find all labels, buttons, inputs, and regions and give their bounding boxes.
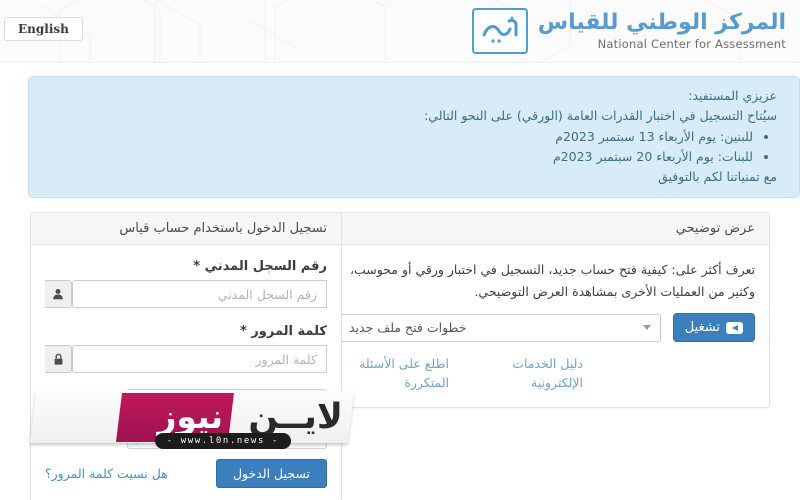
- notice-line-2: سيُتاح التسجيل في اختبار القدرات العامة …: [424, 108, 777, 124]
- login-actions-row: هل نسيت كلمة المرور؟ تسجيل الدخول: [45, 459, 327, 489]
- language-toggle-button[interactable]: English: [4, 17, 83, 41]
- national-id-input[interactable]: [72, 280, 327, 309]
- notice-line-3: مع تمنياتنا لكم بالتوفيق: [658, 169, 777, 184]
- recaptcha-branding: reCAPTCHA الخصوصية - البنود: [134, 414, 179, 445]
- site-header: English المركز الوطني للقياس National Ce…: [0, 0, 800, 63]
- play-video-button-label: تشغيل: [684, 320, 720, 335]
- notice-bullet-item: للبنات: يوم الأربعاء 20 سبتمبر 2023م: [51, 147, 753, 167]
- login-panel-title: تسجيل الدخول باستخدام حساب قياس: [31, 213, 341, 246]
- login-panel: تسجيل الدخول باستخدام حساب قياس رقم السج…: [29, 212, 355, 500]
- explainer-description: تعرف أكثر على: كيفية فتح حساب جديد، التس…: [350, 262, 755, 300]
- video-topic-select[interactable]: خطوات فتح ملف جديد: [339, 313, 661, 342]
- captcha-region: لست برنامج روبوت reCAPTCHA الخصوصية - ال…: [29, 389, 355, 450]
- password-input-group: [45, 345, 327, 374]
- user-icon-glyph: [53, 289, 63, 300]
- qiyas-logo-glyph: [482, 16, 518, 43]
- qiyas-logo-icon: [471, 8, 528, 54]
- main-content: تسجيل الدخول باستخدام حساب قياس رقم السج…: [0, 212, 800, 500]
- recaptcha-widget[interactable]: لست برنامج روبوت reCAPTCHA الخصوصية - ال…: [127, 389, 327, 450]
- explainer-controls-row: خطوات فتح ملف جديد تشغيل: [339, 313, 755, 342]
- chevron-down-icon: [642, 325, 651, 330]
- national-id-input-group: [45, 280, 327, 309]
- play-video-button[interactable]: تشغيل: [672, 313, 755, 342]
- brand-name-arabic: المركز الوطني للقياس: [537, 10, 786, 36]
- login-panel-body: رقم السجل المدني * كلمة المرور *: [29, 245, 355, 500]
- brand-name-english: National Center for Assessment: [597, 36, 786, 51]
- brand-text: المركز الوطني للقياس National Center for…: [537, 10, 786, 51]
- forgot-password-link[interactable]: هل نسيت كلمة المرور؟: [45, 466, 168, 481]
- lock-icon: [45, 345, 72, 374]
- youtube-play-icon-triangle: [731, 324, 738, 331]
- lock-icon-glyph: [54, 353, 62, 365]
- login-submit-button[interactable]: تسجيل الدخول: [215, 459, 327, 489]
- notice-region: عزيزي المستفيد: سيُتاح التسجيل في اختبار…: [0, 63, 800, 199]
- announcement-banner: عزيزي المستفيد: سيُتاح التسجيل في اختبار…: [28, 76, 800, 199]
- page-root: English المركز الوطني للقياس National Ce…: [0, 0, 800, 500]
- password-label: كلمة المرور *: [239, 324, 327, 340]
- recaptcha-terms-text: الخصوصية - البنود: [134, 437, 179, 445]
- notice-bullet-list: للبنين: يوم الأربعاء 13 سبتمبر 2023م للب…: [51, 127, 777, 168]
- recaptcha-logo-icon: [148, 414, 165, 431]
- brand-lockup: المركز الوطني للقياس National Center for…: [471, 8, 786, 54]
- notice-bullet-item: للبنين: يوم الأربعاء 13 سبتمبر 2023م: [51, 127, 753, 147]
- video-topic-select-value: خطوات فتح ملف جديد: [349, 320, 467, 335]
- faq-link[interactable]: اطلع على الأسئلة المتكررة: [339, 354, 449, 393]
- explainer-links-row: اطلع على الأسئلة المتكررة دليل الخدمات ا…: [339, 354, 755, 393]
- notice-line-1: عزيزي المستفيد:: [688, 88, 777, 103]
- explainer-panel: عرض توضيحي تعرف أكثر على: كيفية فتح حساب…: [324, 212, 770, 408]
- password-input[interactable]: [72, 345, 327, 374]
- eservices-guide-link[interactable]: دليل الخدمات الإلكترونية: [473, 354, 583, 393]
- explainer-panel-body: تعرف أكثر على: كيفية فتح حساب جديد، التس…: [325, 245, 769, 407]
- recaptcha-label: لست برنامج روبوت: [236, 413, 318, 425]
- national-id-label: رقم السجل المدني *: [193, 259, 327, 275]
- user-icon: [45, 280, 72, 309]
- explainer-panel-title: عرض توضيحي: [325, 213, 769, 246]
- youtube-play-icon: [726, 321, 743, 334]
